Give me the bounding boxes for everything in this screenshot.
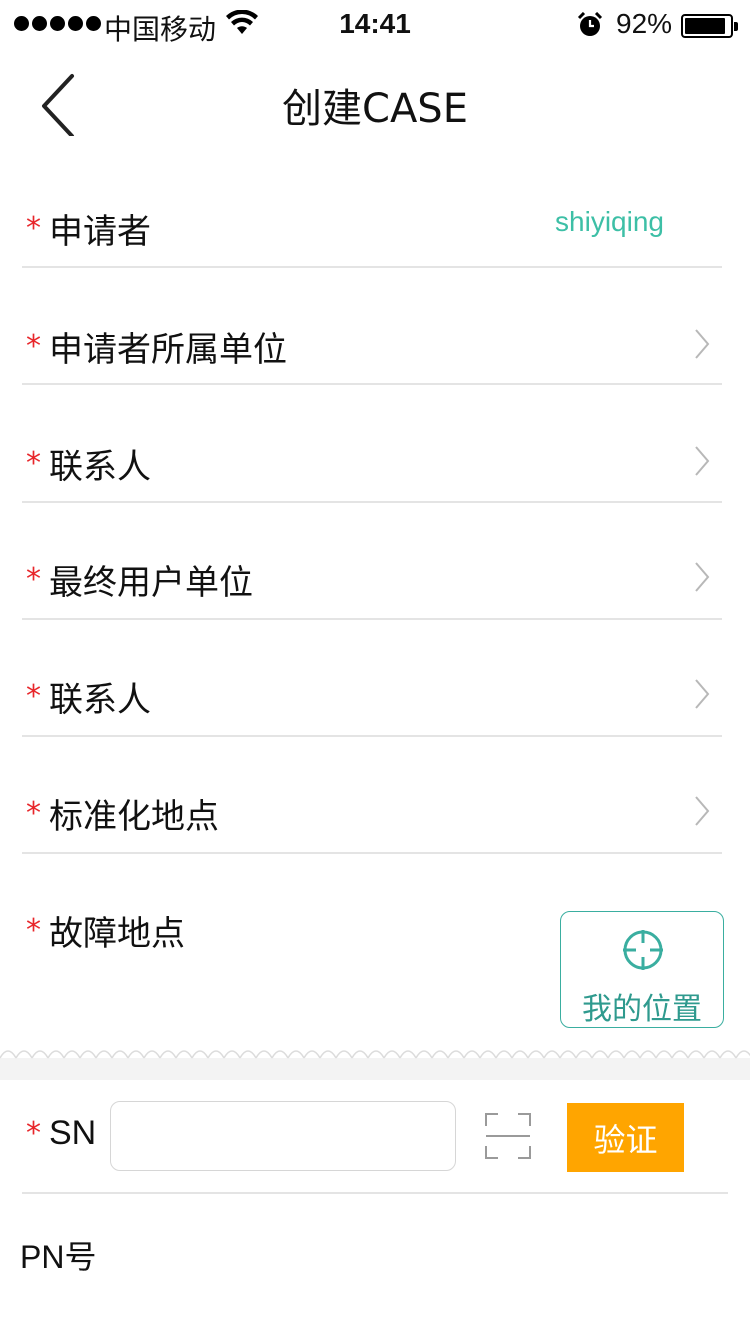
scan-frame-icon[interactable]	[484, 1112, 532, 1160]
sn-input[interactable]	[110, 1101, 456, 1171]
required-mark: *	[26, 329, 41, 364]
required-mark: *	[26, 1116, 41, 1151]
field-label-pn: PN号	[20, 1239, 97, 1275]
required-mark: *	[26, 913, 41, 948]
required-mark: *	[26, 562, 41, 597]
chevron-right-icon	[695, 796, 710, 826]
field-label-fault-location: 故障地点	[49, 914, 185, 954]
end-user-contact-row[interactable]: * 联系人	[22, 620, 722, 737]
end-user-org-row[interactable]: * 最终用户单位	[22, 503, 722, 620]
applicant-row: * 申请者 shiyiqing	[22, 160, 722, 268]
required-mark: *	[26, 446, 41, 481]
chevron-right-icon	[695, 329, 710, 359]
chevron-right-icon	[695, 562, 710, 592]
field-label-applicant-org: 申请者所属单位	[49, 330, 287, 370]
field-label-end-user-org: 最终用户单位	[49, 563, 253, 603]
my-location-label: 我的位置	[582, 992, 702, 1027]
battery-fill	[685, 18, 726, 34]
chevron-right-icon	[695, 446, 710, 476]
chevron-right-icon	[695, 679, 710, 709]
wavy-divider	[0, 1040, 750, 1060]
battery-icon	[681, 14, 738, 38]
battery-percent: 92%	[616, 8, 673, 39]
nav-bar: 创建CASE	[0, 52, 750, 152]
field-label-sn: SN	[49, 1114, 97, 1152]
field-label-contact: 联系人	[49, 447, 151, 487]
field-label-end-user-contact: 联系人	[49, 680, 151, 720]
required-mark: *	[26, 211, 41, 246]
required-mark: *	[26, 679, 41, 714]
contact-row[interactable]: * 联系人	[22, 385, 722, 503]
required-mark: *	[26, 796, 41, 831]
standard-location-row[interactable]: * 标准化地点	[22, 737, 722, 854]
field-label-standard-location: 标准化地点	[49, 797, 219, 837]
sn-row: * SN 验证	[22, 1080, 728, 1194]
verify-button[interactable]: 验证	[567, 1103, 684, 1172]
crosshair-icon	[623, 930, 663, 970]
page-title: 创建CASE	[282, 86, 468, 132]
applicant-org-row[interactable]: * 申请者所属单位	[22, 268, 722, 385]
status-bar: 中国移动 14:41 92%	[0, 0, 750, 52]
my-location-button[interactable]: 我的位置	[560, 911, 724, 1028]
alarm-icon	[577, 12, 603, 36]
applicant-value: shiyiqing	[555, 206, 664, 237]
field-label-applicant: 申请者	[49, 212, 151, 252]
